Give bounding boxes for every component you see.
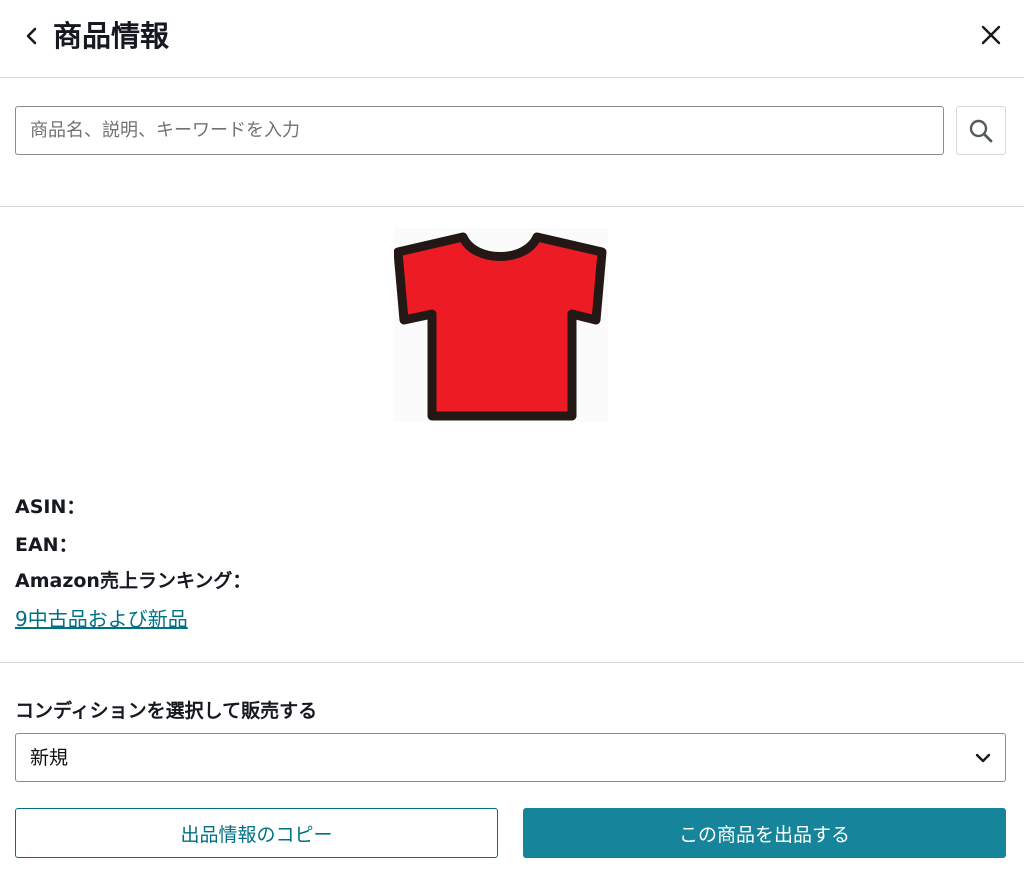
- search-input[interactable]: [16, 107, 943, 154]
- red-tshirt-image: [394, 228, 608, 422]
- chevron-left-icon: [26, 27, 37, 45]
- search-button[interactable]: [956, 106, 1006, 155]
- list-product-label: この商品を出品する: [678, 823, 850, 846]
- sales-ranking-label: Amazon売上ランキング：: [15, 570, 252, 592]
- search-icon: [969, 119, 993, 142]
- list-product-button[interactable]: この商品を出品する: [523, 808, 1006, 858]
- offers-link[interactable]: 9中古品および新品: [15, 605, 188, 633]
- divider: [0, 206, 1024, 207]
- copy-listing-label: 出品情報のコピー: [180, 823, 333, 846]
- close-icon: [981, 25, 1001, 45]
- condition-selected-value: 新規: [30, 747, 69, 769]
- condition-label: コンディションを選択して販売する: [15, 700, 318, 722]
- divider: [0, 662, 1024, 663]
- back-button[interactable]: [18, 22, 46, 50]
- asin-label: ASIN：: [15, 496, 86, 518]
- condition-select[interactable]: 新規: [15, 733, 1006, 782]
- search-field[interactable]: [15, 106, 944, 155]
- page-title: 商品情報: [53, 19, 170, 53]
- header: 商品情報: [0, 0, 1024, 78]
- copy-listing-button[interactable]: 出品情報のコピー: [15, 808, 498, 858]
- close-button[interactable]: [976, 20, 1006, 50]
- chevron-down-icon: [975, 753, 991, 763]
- ean-label: EAN：: [15, 534, 78, 556]
